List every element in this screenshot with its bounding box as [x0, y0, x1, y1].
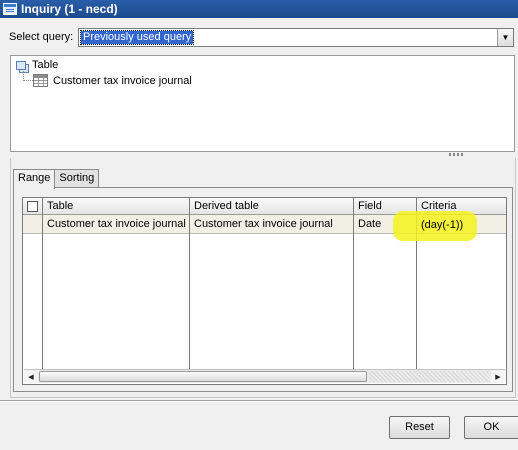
tab-sorting[interactable]: Sorting	[54, 169, 100, 188]
tree-connector-line	[23, 71, 33, 81]
footer-separator	[0, 400, 518, 402]
cell-table[interactable]: Customer tax invoice journal	[43, 215, 190, 234]
reset-button[interactable]: Reset	[389, 416, 450, 439]
criteria-value-overlay: (day(-1))	[421, 219, 464, 231]
scroll-left-arrow-icon[interactable]: ◀	[24, 370, 38, 383]
window-title: Inquiry (1 - necd)	[21, 2, 118, 16]
grid-divider	[42, 198, 43, 371]
inquiry-window-icon	[3, 3, 17, 15]
grid-divider	[189, 198, 190, 371]
tab-strip: Range Sorting	[13, 169, 100, 189]
scrollbar-track[interactable]	[369, 371, 489, 382]
ok-button[interactable]: OK	[464, 416, 518, 439]
grid-divider	[353, 198, 354, 371]
data-source-tree[interactable]: Table Customer tax invoice journal	[10, 55, 515, 152]
select-query-value: Previously used query	[79, 30, 195, 45]
title-bar: Inquiry (1 - necd)	[0, 0, 518, 18]
splitter-grip[interactable]	[449, 153, 465, 156]
tab-range[interactable]: Range	[13, 169, 56, 189]
column-header-table[interactable]: Table	[43, 198, 190, 215]
tree-node-child-label: Customer tax invoice journal	[53, 74, 192, 87]
column-header-derived-table[interactable]: Derived table	[190, 198, 354, 215]
tree-node-table-label: Table	[32, 59, 59, 71]
table-grid-icon	[33, 74, 48, 87]
chevron-down-icon[interactable]: ▼	[497, 29, 513, 46]
scroll-right-arrow-icon[interactable]: ▶	[491, 370, 505, 383]
stacked-tables-icon	[16, 60, 26, 70]
cell-derived-table[interactable]: Customer tax invoice journal	[190, 215, 354, 234]
tree-node-customer-tax-invoice-journal[interactable]: Customer tax invoice journal	[33, 74, 192, 87]
scrollbar-thumb[interactable]	[39, 371, 367, 382]
horizontal-scrollbar[interactable]: ◀ ▶	[24, 369, 505, 383]
select-query-combobox[interactable]: Previously used query ▼	[78, 28, 514, 47]
select-all-cell	[23, 198, 43, 215]
select-all-checkbox[interactable]	[27, 201, 38, 212]
select-query-label: Select query:	[9, 31, 74, 43]
tree-node-table[interactable]: Table	[16, 59, 58, 71]
